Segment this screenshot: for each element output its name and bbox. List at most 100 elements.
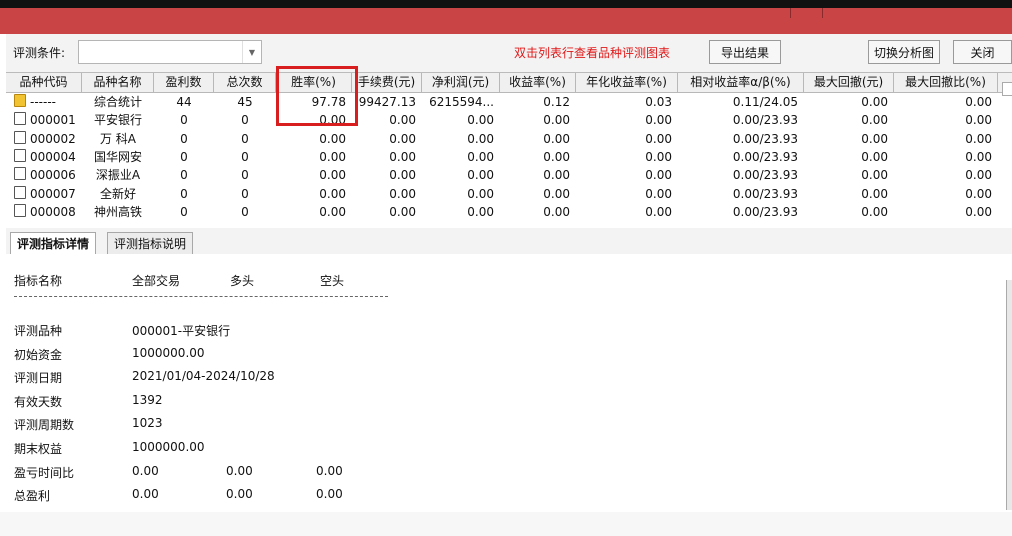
table-row[interactable]: 000004 国华网安 0 0 0.00 0.00 0.00 0.00 0.00 0.00/23.… bbox=[6, 148, 1012, 166]
cell-annual: 0.00 bbox=[645, 186, 672, 201]
metric-value-all: 2021/01/04-2024/10/28 bbox=[132, 369, 275, 384]
cell-total: 0 bbox=[241, 113, 249, 128]
cell-rel: 0.11/24.05 bbox=[732, 95, 798, 109]
cell-code: 000001 bbox=[6, 111, 82, 129]
col-header[interactable]: 总次数 bbox=[214, 73, 276, 92]
metric-label: 总盈利 bbox=[14, 489, 51, 504]
col-header[interactable]: 相对收益率α/β(%) bbox=[678, 73, 804, 92]
col-header[interactable]: 最大回撤(元) bbox=[804, 73, 894, 92]
metric-value-long: 0.00 bbox=[226, 463, 253, 478]
title-bar-tick bbox=[790, 8, 791, 18]
cell-total: 0 bbox=[241, 186, 249, 201]
metric-value-short: 0.00 bbox=[316, 487, 343, 502]
col-header[interactable]: 净利润(元) bbox=[422, 73, 500, 92]
metric-label: 期末权益 bbox=[14, 442, 63, 456]
cell-total: 0 bbox=[241, 149, 249, 164]
condition-select[interactable]: ▼ bbox=[78, 40, 262, 64]
metric-label: 有效天数 bbox=[14, 394, 63, 409]
col-header[interactable]: 收益率(%) bbox=[500, 73, 576, 92]
summary-folder-icon bbox=[14, 94, 26, 107]
tab-metric-details[interactable]: 评测指标详情 bbox=[10, 232, 97, 255]
metric-value-all: 1023 bbox=[132, 416, 163, 431]
cell-code: 000004 bbox=[6, 148, 82, 166]
double-click-hint: 双击列表行查看品种评测图表 bbox=[514, 46, 671, 60]
metric-label: 盈亏时间比 bbox=[14, 465, 75, 480]
stock-code: 000008 bbox=[30, 204, 76, 219]
cell-name: 综合统计 bbox=[93, 95, 142, 109]
cell-annual: 0.00 bbox=[645, 168, 672, 183]
cell-winrate: 0.00 bbox=[319, 186, 346, 201]
cell-profit: 0.00 bbox=[467, 186, 494, 201]
metric-value-all: 1000000.00 bbox=[132, 345, 205, 360]
cell-name: 深振业A bbox=[95, 168, 141, 183]
toolbar: 评测条件: ▼ 双击列表行查看品种评测图表 导出结果 切换分析图 关闭 bbox=[6, 34, 1012, 72]
title-bar-tick bbox=[822, 8, 823, 18]
metric-value-all: 000001-平安银行 bbox=[132, 324, 231, 338]
col-header[interactable]: 手续费(元) bbox=[352, 73, 422, 92]
right-scrollbar[interactable] bbox=[1006, 280, 1012, 510]
cell-profit: 0.00 bbox=[467, 149, 494, 164]
cell-profit: 0.00 bbox=[467, 131, 494, 146]
cell-ret: 0.00 bbox=[543, 168, 570, 183]
cell-annual: 0.03 bbox=[645, 95, 672, 109]
cell-profit: 0.00 bbox=[467, 113, 494, 128]
table-row[interactable]: 000001 平安银行 0 0 0.00 0.00 0.00 0.00 0.00 0.00/23.… bbox=[6, 111, 1012, 129]
cell-wins: 0 bbox=[180, 131, 188, 146]
cell-name: 神州高铁 bbox=[93, 204, 142, 219]
title-bar bbox=[0, 8, 1012, 34]
backtest-window: 评测条件: ▼ 双击列表行查看品种评测图表 导出结果 切换分析图 关闭 品种代码… bbox=[6, 34, 1012, 512]
condition-label: 评测条件: bbox=[13, 46, 66, 60]
col-header[interactable]: 年化收益率(%) bbox=[576, 73, 678, 92]
cell-ret: 0.00 bbox=[543, 149, 570, 164]
stock-code: 000007 bbox=[30, 186, 76, 201]
cell-ddr: 0.00 bbox=[965, 204, 992, 219]
cell-code: 000006 bbox=[6, 166, 82, 184]
cell-ddr: 0.00 bbox=[965, 168, 992, 183]
cell-winrate: 0.00 bbox=[319, 149, 346, 164]
cell-total: 0 bbox=[241, 131, 249, 146]
detail-header-name: 指标名称 bbox=[14, 274, 63, 288]
col-header[interactable]: 盈利数 bbox=[154, 73, 214, 92]
metric-value-all: 0.00 bbox=[132, 487, 159, 502]
cell-annual: 0.00 bbox=[645, 131, 672, 146]
cell-ddr: 0.00 bbox=[965, 95, 992, 109]
col-header[interactable]: 品种代码 bbox=[6, 73, 82, 92]
cell-dd: 0.00 bbox=[861, 149, 888, 164]
cell-total: 0 bbox=[241, 168, 249, 183]
cell-fee: 0.00 bbox=[389, 131, 416, 146]
cell-ddr: 0.00 bbox=[965, 186, 992, 201]
col-header[interactable]: 最大回撤比(%) bbox=[894, 73, 998, 92]
table-row[interactable]: 000006 深振业A 0 0 0.00 0.00 0.00 0.00 0.00 0.00/23.… bbox=[6, 166, 1012, 184]
cell-profit: 6215594... bbox=[429, 95, 494, 109]
cell-annual: 0.00 bbox=[645, 149, 672, 164]
cell-dd: 0.00 bbox=[861, 168, 888, 183]
cell-profit: 0.00 bbox=[467, 168, 494, 183]
close-button[interactable]: 关闭 bbox=[953, 40, 1012, 64]
table-row[interactable]: 000008 神州高铁 0 0 0.00 0.00 0.00 0.00 0.00 0.00/23.… bbox=[6, 203, 1012, 221]
cell-total: 0 bbox=[241, 204, 249, 219]
switch-chart-button[interactable]: 切换分析图 bbox=[868, 40, 940, 64]
stock-code: 000006 bbox=[30, 168, 76, 183]
cell-annual: 0.00 bbox=[645, 204, 672, 219]
cell-wins: 0 bbox=[180, 186, 188, 201]
cell-wins: 44 bbox=[176, 95, 192, 109]
tab-metric-description[interactable]: 评测指标说明 bbox=[107, 232, 194, 254]
bottom-area bbox=[0, 512, 1012, 536]
cell-ret: 0.00 bbox=[543, 204, 570, 219]
cell-winrate: 0.00 bbox=[319, 168, 346, 183]
export-results-button[interactable]: 导出结果 bbox=[709, 40, 781, 64]
metric-value-short: 0.00 bbox=[316, 463, 343, 478]
cell-ret: 0.00 bbox=[543, 131, 570, 146]
cell-name: 国华网安 bbox=[93, 149, 142, 164]
table-scrollbar[interactable] bbox=[1002, 82, 1012, 96]
cell-dd: 0.00 bbox=[861, 204, 888, 219]
table-row[interactable]: ------ 综合统计 44 45 97.78 99427.13 6215594... 0.1… bbox=[6, 93, 1012, 111]
metric-value-long: 0.00 bbox=[226, 487, 253, 502]
chevron-down-icon[interactable]: ▼ bbox=[242, 41, 261, 63]
col-header[interactable]: 品种名称 bbox=[82, 73, 154, 92]
table-row[interactable]: 000007 全新好 0 0 0.00 0.00 0.00 0.00 0.00 0.00/23.9… bbox=[6, 185, 1012, 203]
metric-label: 评测周期数 bbox=[14, 418, 75, 433]
table-row[interactable]: 000002 万 科A 0 0 0.00 0.00 0.00 0.00 0.00 0.00/23.… bbox=[6, 130, 1012, 148]
cell-wins: 0 bbox=[180, 149, 188, 164]
metric-details-panel: 指标名称 全部交易 多头 空头 评测品种 000001-平安银行 初始资金 10000… bbox=[6, 254, 1012, 512]
